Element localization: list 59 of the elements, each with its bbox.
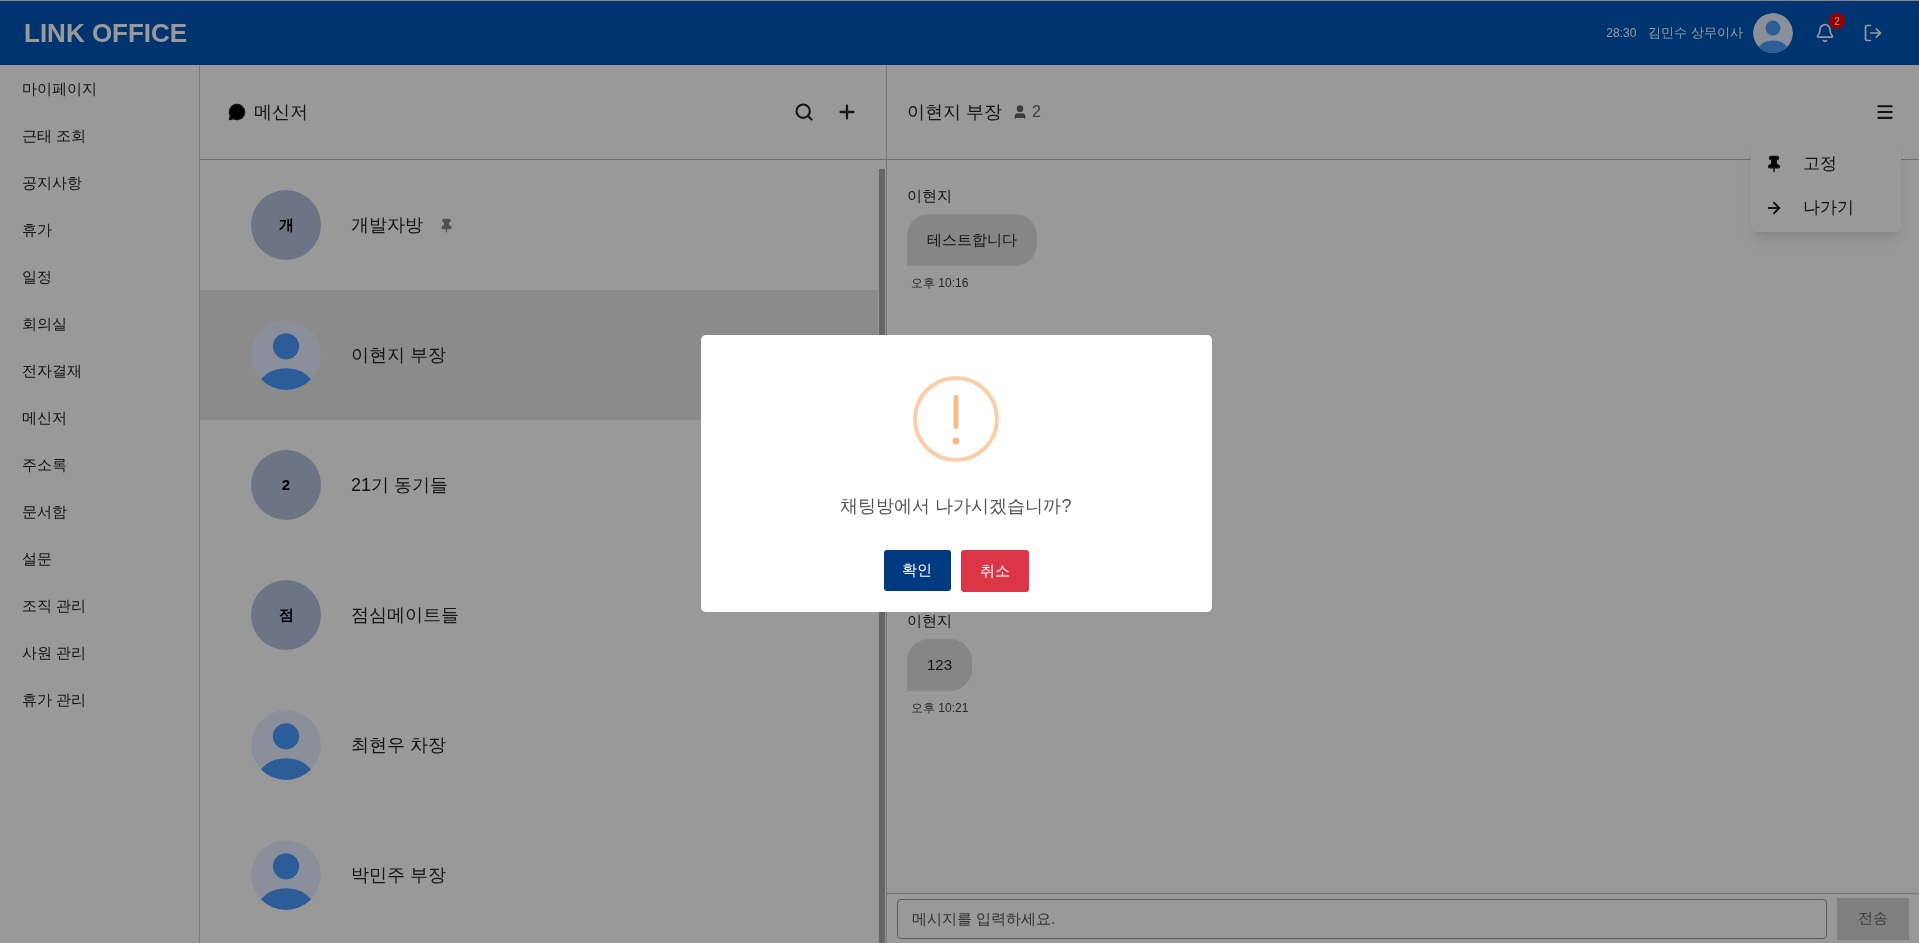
sidebar-item[interactable]: 메신저 xyxy=(0,395,199,442)
chat-bubble-icon xyxy=(228,103,246,121)
room-avatar: 2 xyxy=(251,450,321,520)
search-icon xyxy=(794,102,814,122)
pin-icon xyxy=(1765,155,1783,173)
sidebar-item[interactable]: 마이페이지 xyxy=(0,66,199,113)
sidebar-item[interactable]: 회의실 xyxy=(0,301,199,348)
avatar-icon xyxy=(251,840,321,910)
sidebar-item[interactable]: 휴가 xyxy=(0,207,199,254)
logout-icon xyxy=(1863,23,1883,43)
room-avatar: 점 xyxy=(251,580,321,650)
sidebar-item[interactable]: 문서함 xyxy=(0,489,199,536)
avatar-icon xyxy=(251,320,321,390)
room-name: 점심메이트들 xyxy=(351,603,459,627)
avatar-icon xyxy=(251,710,321,780)
sidebar-item[interactable]: 일정 xyxy=(0,254,199,301)
message-bubble: 123 xyxy=(907,638,973,691)
sidebar-item[interactable]: 휴가 관리 xyxy=(0,677,199,724)
sidebar-item[interactable]: 사원 관리 xyxy=(0,630,199,677)
menu-icon xyxy=(1875,102,1895,122)
sidebar-item[interactable]: 전자결재 xyxy=(0,348,199,395)
chat-title: 이현지 부장 xyxy=(907,100,1002,124)
message-time: 오후 10:16 xyxy=(911,275,969,292)
room-name: 이현지 부장 xyxy=(351,343,446,367)
sender-name: 이현지 xyxy=(907,186,952,206)
person-icon xyxy=(1012,104,1028,120)
sidebar-item[interactable]: 조직 관리 xyxy=(0,583,199,630)
room-name: 개발자방 xyxy=(351,213,423,237)
menu-item[interactable]: 나가기 xyxy=(1751,186,1901,230)
message-bubble: 테스트합니다 xyxy=(907,213,1037,266)
search-button[interactable] xyxy=(794,102,814,122)
room-name: 박민주 부장 xyxy=(351,863,446,887)
message-time: 오후 10:21 xyxy=(911,700,969,717)
user-name: 김민수 상무이사 xyxy=(1648,24,1743,43)
sidebar-item[interactable]: 주소록 xyxy=(0,442,199,489)
clock-text: 28:30 xyxy=(1606,25,1637,42)
app-title: LINK OFFICE xyxy=(24,16,188,50)
logout-button[interactable] xyxy=(1863,23,1883,43)
room-name: 21기 동기들 xyxy=(351,473,449,497)
avatar-icon xyxy=(1753,13,1793,53)
warning-icon xyxy=(912,375,1000,463)
notification-badge: 2 xyxy=(1829,13,1845,29)
room-name: 최현우 차장 xyxy=(351,733,446,757)
sidebar-item[interactable]: 공지사항 xyxy=(0,160,199,207)
sender-name: 이현지 xyxy=(907,611,952,631)
sidebar-item[interactable]: 설문 xyxy=(0,536,199,583)
message-input[interactable]: 메시지를 입력하세요. xyxy=(897,898,1827,939)
bell-icon xyxy=(1815,23,1835,43)
member-count: 2 xyxy=(1032,102,1041,122)
sidebar-item[interactable]: 근태 조회 xyxy=(0,113,199,160)
pin-icon xyxy=(439,217,454,233)
menu-item[interactable]: 고정 xyxy=(1751,142,1901,186)
cancel-button[interactable]: 취소 xyxy=(960,550,1029,592)
notification-button[interactable]: 2 xyxy=(1805,13,1845,53)
arrow-icon xyxy=(1765,199,1783,217)
confirm-button[interactable]: 확인 xyxy=(883,550,951,591)
room-avatar: 개 xyxy=(251,190,321,260)
messenger-title: 메신저 xyxy=(254,100,308,124)
menu-button[interactable] xyxy=(1875,102,1895,122)
